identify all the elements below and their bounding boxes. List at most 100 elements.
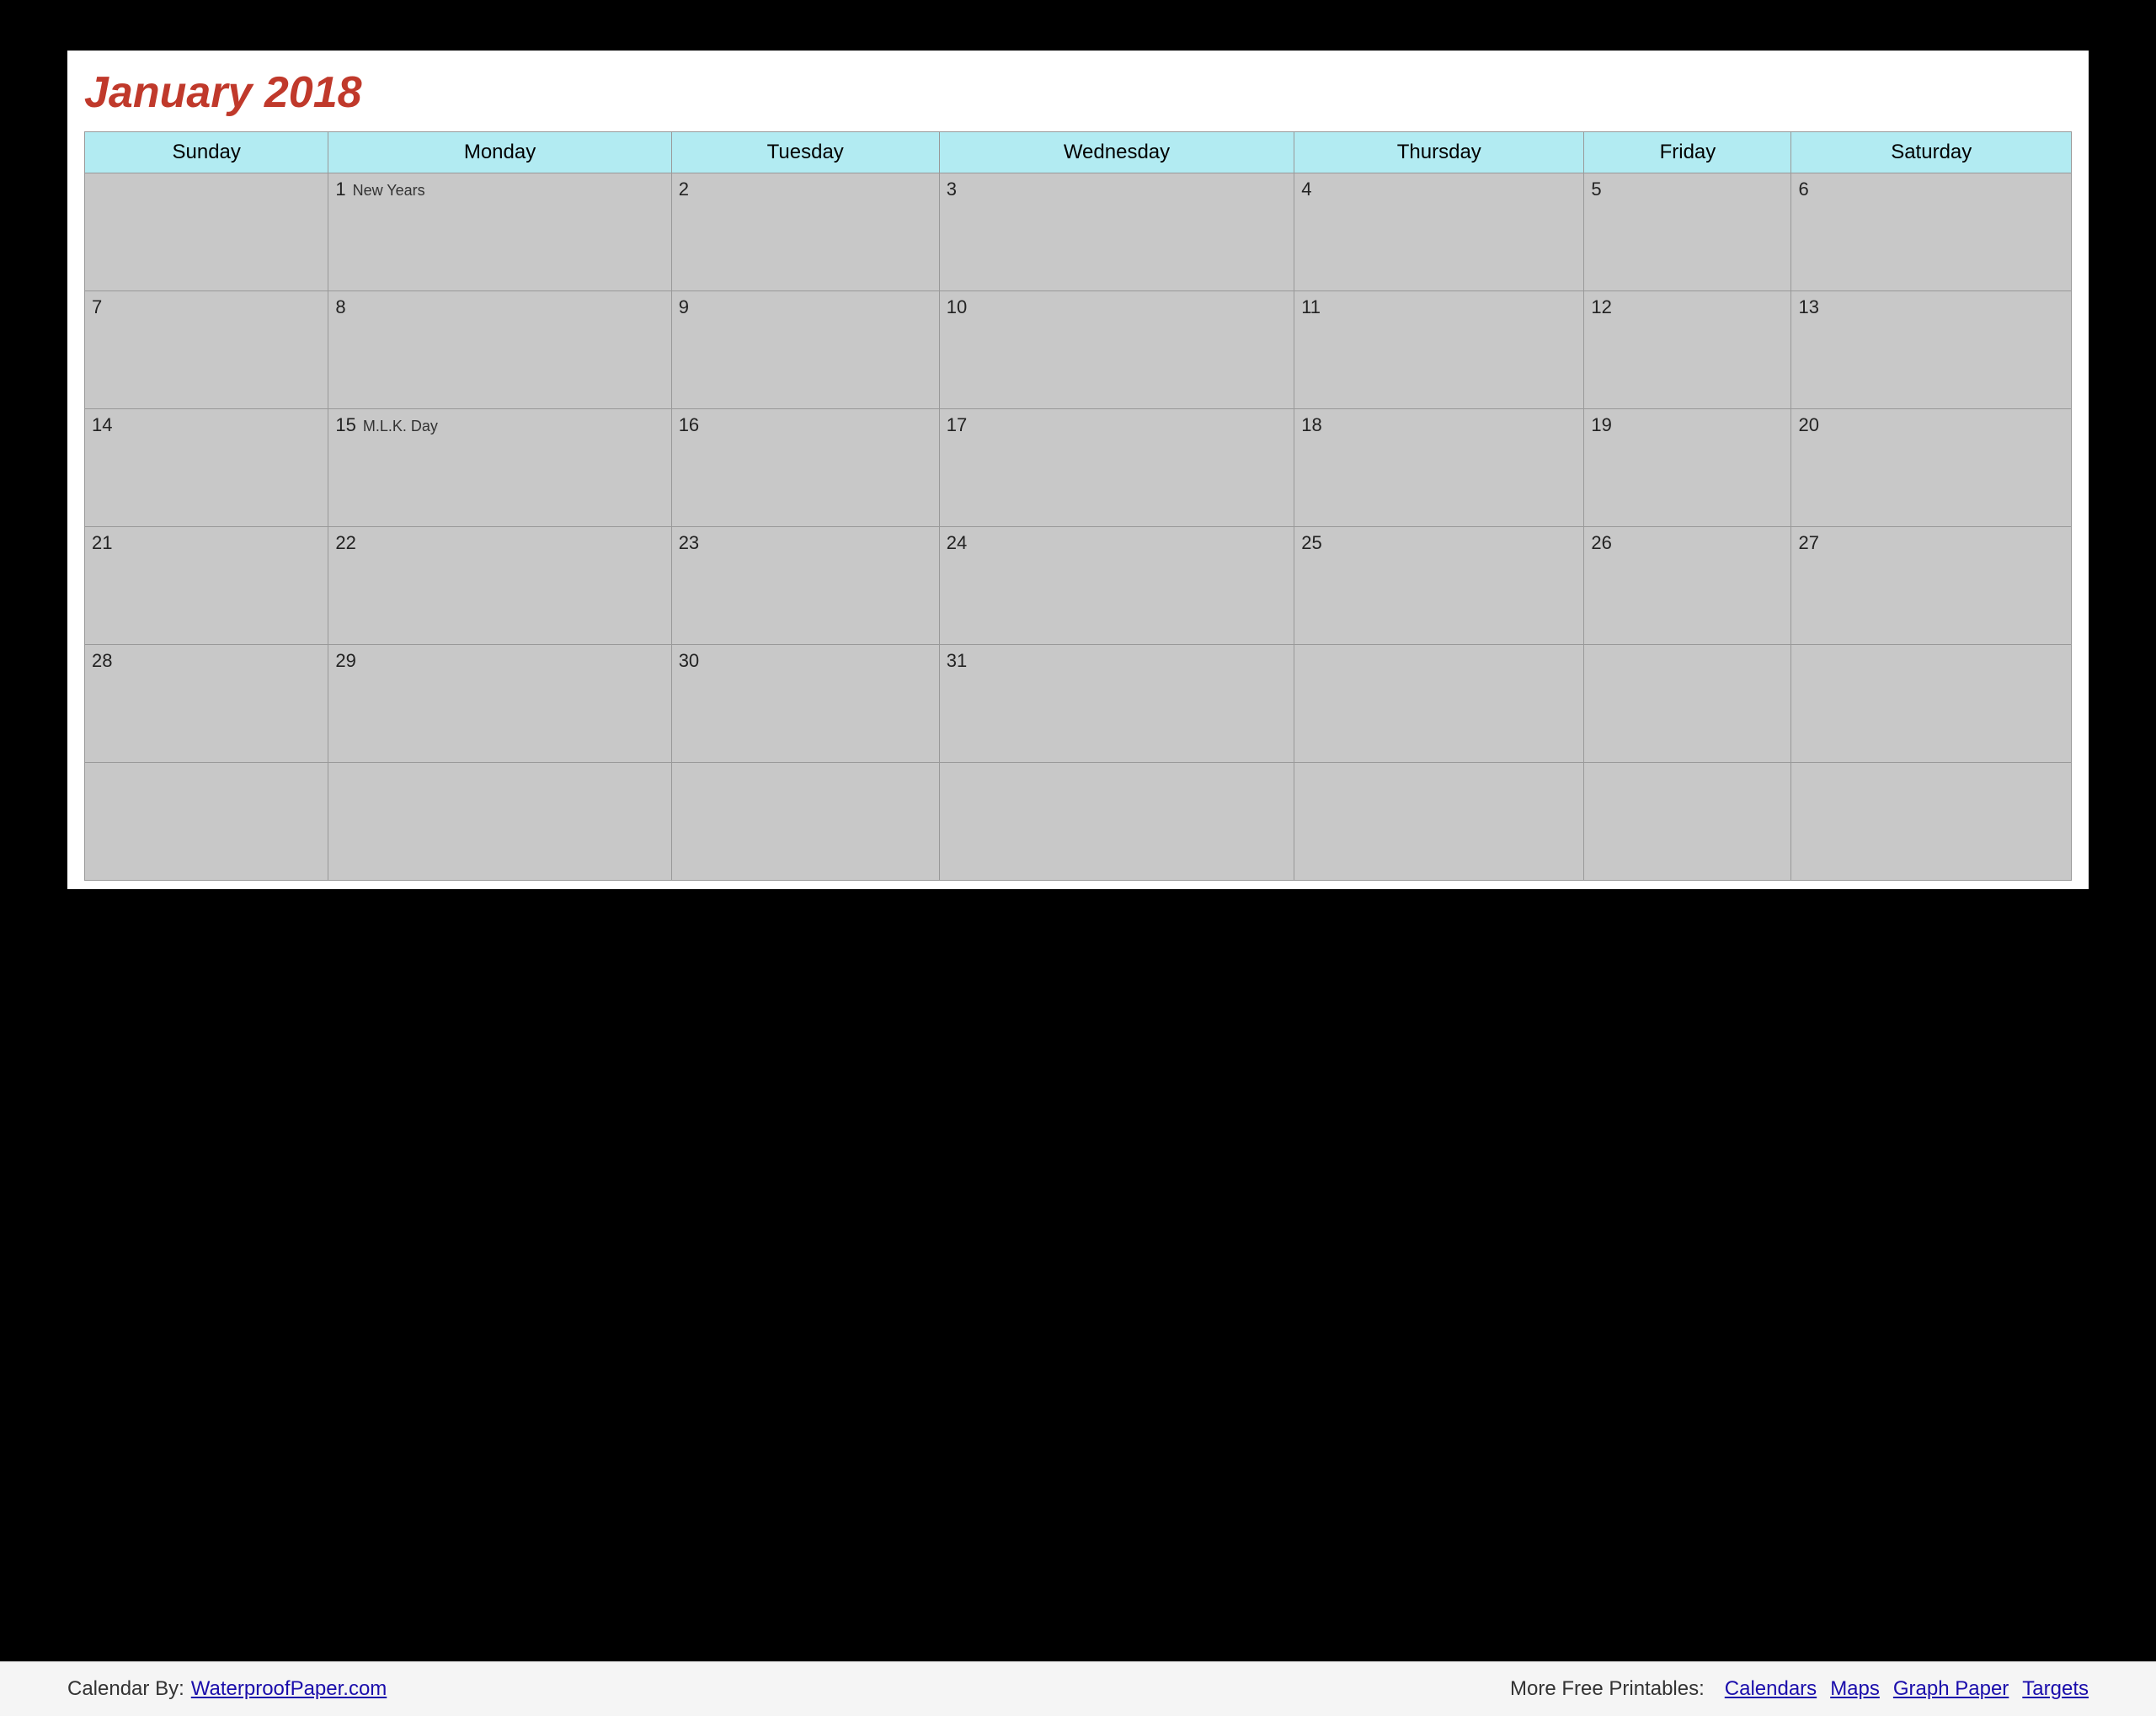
calendar-cell [1791,645,2072,763]
calendars-link[interactable]: Calendars [1725,1677,1817,1701]
holiday-label: M.L.K. Day [363,418,438,434]
header-thursday: Thursday [1294,132,1584,173]
calendar-cell: 21 [85,527,328,645]
day-number: 31 [947,650,967,671]
calendar-by-label: Calendar By: [67,1677,184,1701]
day-number: 13 [1798,296,1818,317]
day-number: 14 [92,414,112,435]
calendar-week-row: 28 29 30 31 [85,645,2072,763]
day-number: 23 [679,532,699,553]
day-number: 15 [335,414,355,435]
calendar-week-row: 7 8 9 10 11 12 13 [85,291,2072,409]
calendar-cell: 15 M.L.K. Day [328,409,671,527]
calendar-cell: 1 New Years [328,173,671,291]
calendar-cell: 12 [1584,291,1791,409]
day-number: 11 [1301,296,1321,317]
targets-link[interactable]: Targets [2022,1677,2089,1701]
footer: Calendar By: WaterproofPaper.com More Fr… [0,1661,2156,1716]
calendar-cell: 29 [328,645,671,763]
calendar-week-row: 14 15 M.L.K. Day 16 17 18 19 20 [85,409,2072,527]
day-number: 29 [335,650,355,671]
calendar-cell: 9 [671,291,939,409]
calendar-cell: 23 [671,527,939,645]
graph-paper-link[interactable]: Graph Paper [1893,1677,2009,1701]
calendar-cell [85,173,328,291]
calendar-cell: 31 [939,645,1294,763]
day-number: 7 [92,296,102,317]
day-number: 8 [335,296,345,317]
calendar-cell [939,763,1294,881]
header-friday: Friday [1584,132,1791,173]
calendar-week-row: 21 22 23 24 25 26 27 [85,527,2072,645]
more-free-label: More Free Printables: [1510,1677,1705,1701]
day-number: 26 [1591,532,1611,553]
calendar-cell: 6 [1791,173,2072,291]
calendar-title: January 2018 [84,67,2072,118]
waterproof-link[interactable]: WaterproofPaper.com [191,1677,387,1701]
calendar-cell [1294,763,1584,881]
calendar-cell: 16 [671,409,939,527]
calendar-cell: 4 [1294,173,1584,291]
calendar-cell [671,763,939,881]
calendar-cell [1584,645,1791,763]
day-number: 24 [947,532,967,553]
calendar-cell: 10 [939,291,1294,409]
calendar-header-row: SundayMondayTuesdayWednesdayThursdayFrid… [85,132,2072,173]
calendar-table: SundayMondayTuesdayWednesdayThursdayFrid… [84,131,2072,881]
calendar-cell: 26 [1584,527,1791,645]
day-number: 17 [947,414,967,435]
day-number: 22 [335,532,355,553]
calendar-cell: 17 [939,409,1294,527]
calendar-cell [85,763,328,881]
calendar-cell: 27 [1791,527,2072,645]
calendar-cell [1584,763,1791,881]
calendar-cell: 18 [1294,409,1584,527]
day-number: 27 [1798,532,1818,553]
day-number: 20 [1798,414,1818,435]
day-number: 21 [92,532,112,553]
calendar-cell: 25 [1294,527,1584,645]
calendar-cell: 28 [85,645,328,763]
calendar-cell: 2 [671,173,939,291]
day-number: 12 [1591,296,1611,317]
calendar-cell: 19 [1584,409,1791,527]
header-sunday: Sunday [85,132,328,173]
maps-link[interactable]: Maps [1830,1677,1880,1701]
day-number: 1 [335,179,345,200]
day-number: 28 [92,650,112,671]
footer-right: More Free Printables: Calendars Maps Gra… [1510,1677,2089,1701]
calendar-week-row: 1 New Years 2 3 4 5 6 [85,173,2072,291]
day-number: 18 [1301,414,1321,435]
day-number: 16 [679,414,699,435]
day-number: 5 [1591,179,1601,200]
day-number: 2 [679,179,689,200]
calendar-cell: 8 [328,291,671,409]
day-number: 3 [947,179,957,200]
header-wednesday: Wednesday [939,132,1294,173]
calendar-cell: 24 [939,527,1294,645]
calendar-cell [1294,645,1584,763]
header-tuesday: Tuesday [671,132,939,173]
header-saturday: Saturday [1791,132,2072,173]
calendar-cell: 14 [85,409,328,527]
footer-left: Calendar By: WaterproofPaper.com [67,1677,387,1701]
day-number: 19 [1591,414,1611,435]
header-monday: Monday [328,132,671,173]
calendar-cell: 30 [671,645,939,763]
holiday-label: New Years [353,182,425,199]
calendar-cell: 22 [328,527,671,645]
calendar-cell [1791,763,2072,881]
day-number: 30 [679,650,699,671]
day-number: 6 [1798,179,1808,200]
calendar-cell: 3 [939,173,1294,291]
calendar-cell: 5 [1584,173,1791,291]
calendar-cell: 13 [1791,291,2072,409]
calendar-cell: 7 [85,291,328,409]
calendar-cell: 20 [1791,409,2072,527]
calendar-week-row [85,763,2072,881]
day-number: 10 [947,296,967,317]
day-number: 25 [1301,532,1321,553]
calendar-cell: 11 [1294,291,1584,409]
calendar-cell [328,763,671,881]
day-number: 4 [1301,179,1311,200]
